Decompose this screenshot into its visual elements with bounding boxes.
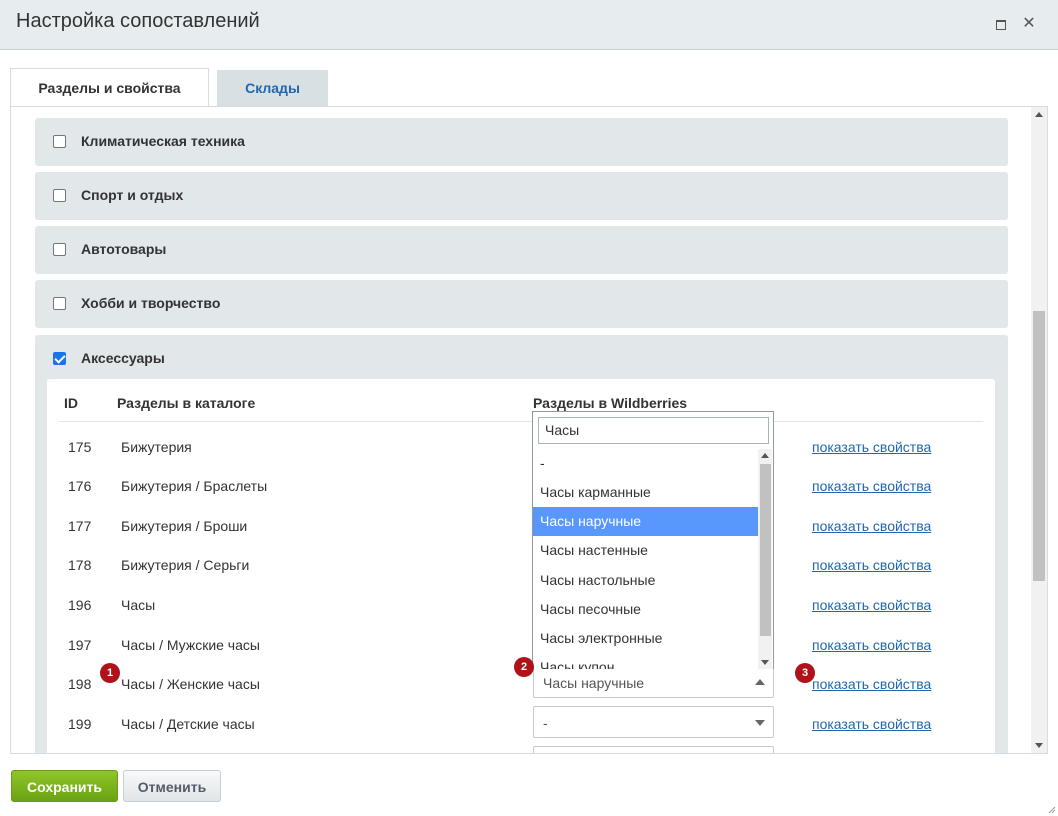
scroll-up-icon[interactable]: [1035, 112, 1043, 117]
scroll-up-icon[interactable]: [761, 453, 769, 458]
category-hobby[interactable]: Хобби и творчество: [35, 280, 1008, 328]
row-id: 199: [68, 716, 92, 732]
column-header-id: ID: [64, 395, 78, 411]
dropdown-option[interactable]: Часы купон: [533, 653, 758, 669]
category-label: Автотовары: [81, 241, 167, 257]
show-properties-link[interactable]: показать свойства: [812, 716, 931, 732]
dropdown-search-input[interactable]: Часы: [538, 417, 769, 444]
row-id: 198: [68, 676, 92, 692]
table-row: 176 Бижутерия / Браслеты показать свойст…: [47, 466, 995, 506]
table-row: 199 Часы / Детские часы - показать свойс…: [47, 704, 995, 744]
header-divider: [59, 421, 983, 422]
chevron-down-icon: [755, 720, 765, 726]
row-name: Часы: [121, 597, 156, 613]
show-properties-link[interactable]: показать свойства: [812, 518, 931, 534]
dropdown-option[interactable]: Часы электронные: [533, 624, 758, 653]
table-row: 175 Бижутерия показать свойства: [47, 427, 995, 467]
row-name: Бижутерия / Браслеты: [121, 478, 268, 494]
row-id: 176: [68, 478, 92, 494]
category-climate[interactable]: Климатическая техника: [35, 118, 1008, 166]
save-button[interactable]: Сохранить: [11, 770, 118, 802]
dialog-titlebar: Настройка сопоставлений ✕: [0, 0, 1058, 50]
chevron-up-icon: [755, 679, 765, 685]
row-name: Часы / Женские часы: [121, 676, 260, 692]
table-row: 196 Часы показать свойства: [47, 585, 995, 625]
show-properties-link[interactable]: показать свойства: [812, 557, 931, 573]
row-name: Бижутерия: [121, 439, 192, 455]
dropdown-option-selected[interactable]: Часы наручные: [533, 507, 758, 536]
category-accessories: Аксессуары ID Разделы в каталоге Разделы…: [35, 335, 1008, 753]
tab-sections-properties[interactable]: Разделы и свойства: [10, 68, 209, 106]
category-sport[interactable]: Спорт и отдых: [35, 172, 1008, 220]
row-id: 178: [68, 557, 92, 573]
panel-scrollbar[interactable]: [1031, 107, 1047, 753]
row-id: 175: [68, 439, 92, 455]
dropdown-option[interactable]: Часы карманные: [533, 478, 758, 507]
table-row: 177 Бижутерия / Броши показать свойства: [47, 506, 995, 546]
show-properties-link[interactable]: показать свойства: [812, 637, 931, 653]
row-name: Бижутерия / Броши: [121, 518, 248, 534]
row-name: Часы / Мужские часы: [121, 637, 260, 653]
tab-warehouses[interactable]: Склады: [217, 70, 328, 106]
category-label: Хобби и творчество: [81, 295, 221, 311]
dropdown-option[interactable]: -: [533, 449, 758, 478]
annotation-badge-3: 3: [795, 663, 815, 683]
column-header-wildberries: Разделы в Wildberries: [533, 395, 688, 411]
resize-handle-icon[interactable]: [1046, 804, 1056, 814]
table-row: 178 Бижутерия / Серьги показать свойства: [47, 545, 995, 585]
category-accessories-header[interactable]: Аксессуары: [35, 335, 1008, 383]
show-properties-link[interactable]: показать свойства: [812, 597, 931, 613]
content-panel: Климатическая техника Спорт и отдых Авто…: [10, 106, 1048, 754]
dropdown-options: - Часы карманные Часы наручные Часы наст…: [533, 449, 758, 669]
category-label: Спорт и отдых: [81, 187, 184, 203]
dropdown-scrollbar[interactable]: [758, 449, 772, 669]
show-properties-link[interactable]: показать свойства: [812, 439, 931, 455]
wildberries-section-select[interactable]: Часы наручные: [533, 666, 774, 698]
scrollbar-thumb[interactable]: [1033, 311, 1045, 581]
show-properties-link[interactable]: показать свойства: [812, 478, 931, 494]
dialog-title: Настройка сопоставлений: [16, 10, 260, 32]
scroll-down-icon[interactable]: [1035, 743, 1043, 748]
category-checkbox[interactable]: [53, 189, 66, 202]
select-value: -: [543, 715, 548, 731]
dropdown-option[interactable]: Часы настенные: [533, 536, 758, 565]
row-id: 177: [68, 518, 92, 534]
wildberries-section-select[interactable]: [533, 746, 774, 753]
dropdown-option[interactable]: Часы настольные: [533, 566, 758, 595]
select-value: Часы наручные: [543, 675, 645, 691]
category-checkbox[interactable]: [53, 243, 66, 256]
category-checkbox[interactable]: [53, 135, 66, 148]
category-label: Аксессуары: [81, 350, 165, 366]
mapping-settings-dialog: Настройка сопоставлений ✕ Разделы и свой…: [0, 0, 1058, 816]
annotation-badge-1: 1: [100, 663, 120, 683]
cancel-button[interactable]: Отменить: [123, 770, 221, 802]
dropdown-option[interactable]: Часы песочные: [533, 595, 758, 624]
category-checkbox[interactable]: [53, 297, 66, 310]
row-id: 196: [68, 597, 92, 613]
wildberries-section-dropdown: Часы - Часы карманные Часы наручные Часы…: [532, 411, 774, 669]
dropdown-scrollbar-thumb[interactable]: [760, 464, 771, 636]
table-row: [47, 744, 995, 753]
category-auto[interactable]: Автотовары: [35, 226, 1008, 274]
annotation-badge-2: 2: [514, 657, 534, 677]
row-name: Бижутерия / Серьги: [121, 557, 250, 573]
category-label: Климатическая техника: [81, 133, 245, 149]
maximize-icon[interactable]: [993, 16, 1009, 32]
row-name: Часы / Детские часы: [121, 716, 255, 732]
row-id: 197: [68, 637, 92, 653]
show-properties-link[interactable]: показать свойства: [812, 676, 931, 692]
mapping-table: ID Разделы в каталоге Разделы в Wildberr…: [47, 379, 995, 753]
scroll-down-icon[interactable]: [761, 660, 769, 665]
category-checkbox-checked[interactable]: [53, 352, 66, 365]
wildberries-section-select[interactable]: -: [533, 706, 774, 738]
close-icon[interactable]: ✕: [1021, 16, 1037, 32]
column-header-catalog: Разделы в каталоге: [117, 395, 256, 411]
